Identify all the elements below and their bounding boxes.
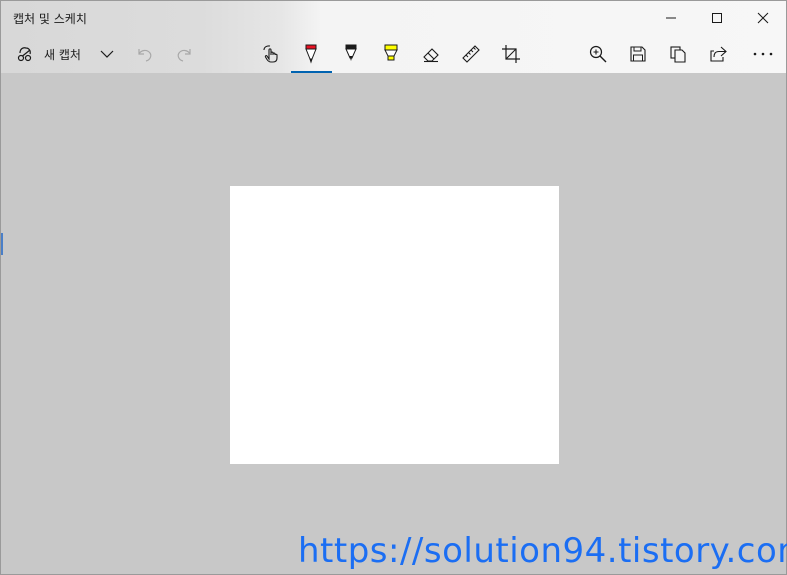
title-bar[interactable]: 캡처 및 스케치 <box>1 1 786 35</box>
chevron-down-icon[interactable] <box>99 46 115 66</box>
ruler-button[interactable] <box>453 37 489 71</box>
redo-icon <box>177 49 191 62</box>
pencil-button[interactable] <box>333 37 369 71</box>
maximize-icon <box>712 12 722 23</box>
touch-writing-button[interactable] <box>253 37 289 71</box>
captured-image[interactable] <box>230 186 559 464</box>
save-icon <box>630 46 646 62</box>
canvas-area[interactable] <box>1 73 786 574</box>
maximize-button[interactable] <box>694 1 740 34</box>
pencil-icon <box>345 44 357 61</box>
share-icon <box>710 46 727 62</box>
ballpoint-pen-icon <box>305 44 317 64</box>
copy-button[interactable] <box>660 37 696 71</box>
window-chrome: 캡처 및 스케치 새 캡처 <box>1 1 786 79</box>
eraser-icon <box>423 48 439 63</box>
zoom-button[interactable] <box>580 37 616 71</box>
close-icon <box>757 12 769 23</box>
more-options-button[interactable] <box>745 37 781 71</box>
window-title: 캡처 및 스케치 <box>13 12 87 26</box>
snip-icon <box>13 42 37 66</box>
highlighter-icon <box>384 44 398 61</box>
share-button[interactable] <box>700 37 736 71</box>
touch-writing-icon <box>263 45 278 63</box>
redo-button[interactable] <box>166 37 202 71</box>
ruler-icon <box>462 45 480 63</box>
crop-icon <box>502 45 520 63</box>
undo-icon <box>138 49 152 62</box>
undo-button[interactable] <box>127 37 163 71</box>
crop-button[interactable] <box>493 37 529 71</box>
minimize-icon <box>666 17 676 18</box>
new-capture-label: 새 캡처 <box>44 47 81 62</box>
new-capture-button[interactable]: 새 캡처 <box>9 37 129 71</box>
minimize-button[interactable] <box>648 1 694 34</box>
more-icon <box>753 52 773 56</box>
app-window: 캡처 및 스케치 새 캡처 https://solution94.tistory… <box>0 0 787 575</box>
copy-icon <box>670 46 686 63</box>
eraser-button[interactable] <box>413 37 449 71</box>
watermark-url: https://solution94.tistory.com/ <box>298 531 787 571</box>
zoom-icon <box>589 45 607 63</box>
close-button[interactable] <box>740 1 786 34</box>
save-button[interactable] <box>620 37 656 71</box>
toolbar: 새 캡처 <box>1 35 786 79</box>
highlighter-button[interactable] <box>373 37 409 71</box>
left-edge-marker <box>1 233 3 255</box>
